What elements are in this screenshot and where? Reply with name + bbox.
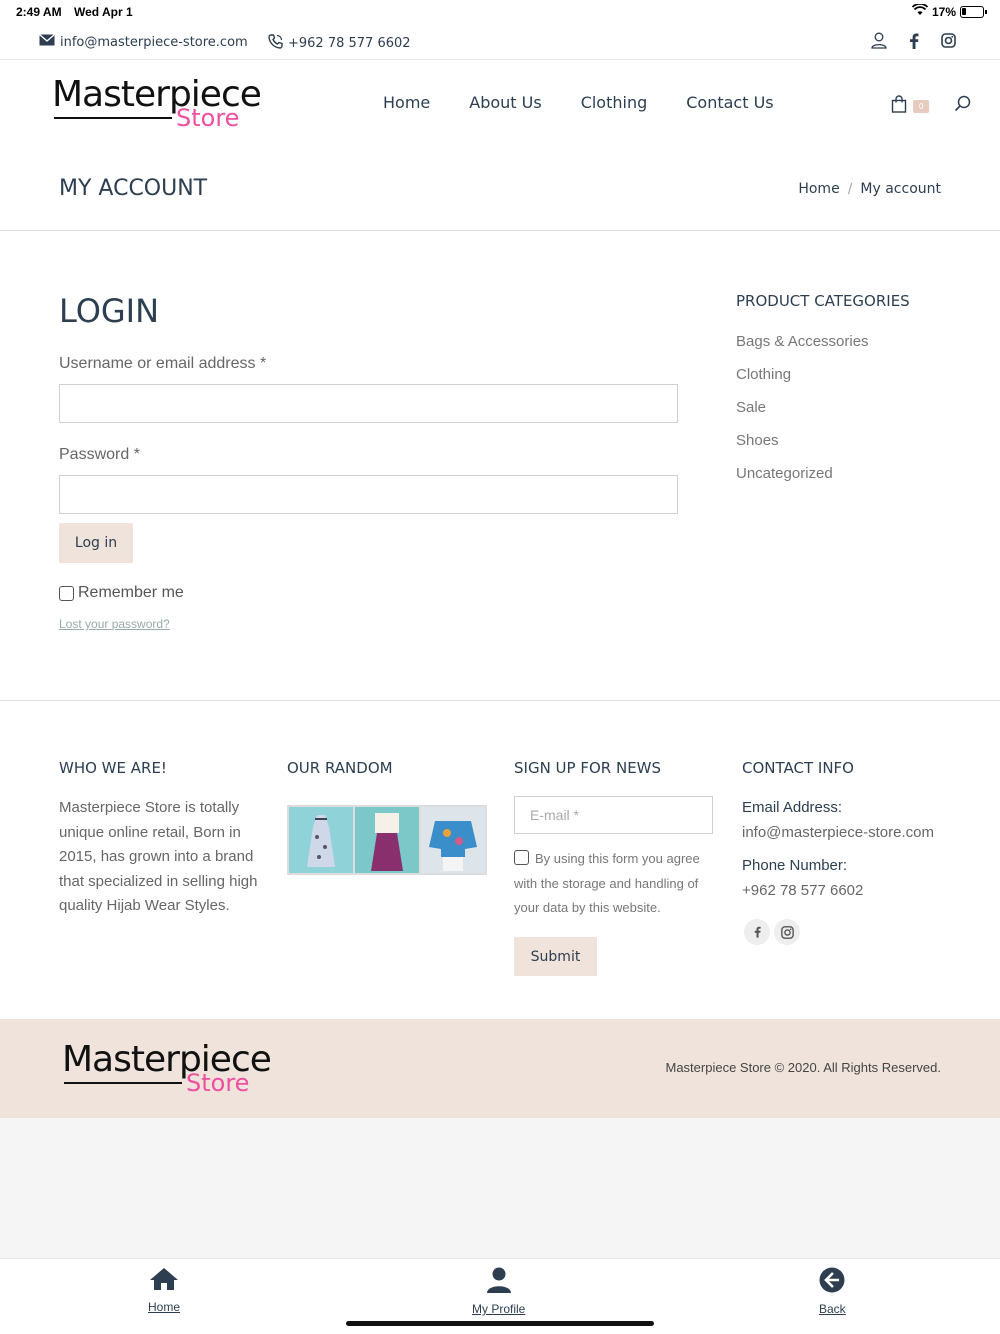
login-heading: LOGIN [59, 292, 160, 330]
top-email[interactable]: info@masterpiece-store.com [39, 34, 248, 50]
newsletter-submit-button[interactable]: Submit [514, 937, 597, 976]
logo-underline [64, 1082, 182, 1084]
footer-logo[interactable]: Masterpiece Store [62, 1039, 272, 1101]
logo-sub: Store [186, 1069, 250, 1097]
consent-text: By using this form you agree with the st… [514, 851, 700, 915]
cart-icon [891, 95, 907, 118]
status-right: 17% [911, 3, 987, 19]
profile-icon [486, 1267, 511, 1296]
cart-button[interactable]: 0 [891, 95, 930, 118]
random-heading: OUR RANDOM [287, 759, 393, 777]
username-label: Username or email address * [59, 355, 267, 372]
battery-icon [960, 5, 987, 18]
newsletter-email-input[interactable]: E-mail * [514, 796, 713, 834]
password-input[interactable] [59, 475, 678, 514]
gallery-image[interactable] [355, 807, 419, 873]
tab-my-profile[interactable]: My Profile [472, 1267, 525, 1316]
top-icons [871, 32, 956, 53]
user-icon[interactable] [871, 32, 887, 53]
instagram-icon[interactable] [774, 919, 800, 945]
gallery-image[interactable] [421, 807, 485, 873]
remember-label: Remember me [78, 584, 184, 601]
consent-checkbox[interactable] [514, 850, 529, 865]
remember-me[interactable]: Remember me [59, 584, 184, 602]
tab-back-label: Back [819, 1302, 846, 1316]
top-contact-bar: info@masterpiece-store.com +962 78 577 6… [0, 24, 1000, 60]
lost-password-link[interactable]: Lost your password? [59, 617, 170, 631]
news-heading: SIGN UP FOR NEWS [514, 759, 662, 777]
contact-email[interactable]: info@masterpiece-store.com [742, 821, 934, 846]
tab-my-profile-label: My Profile [472, 1302, 526, 1316]
status-bar: 2:49 AM Wed Apr 1 17% [0, 0, 1000, 24]
category-item[interactable]: Shoes [736, 432, 779, 449]
category-item[interactable]: Uncategorized [736, 465, 833, 482]
contact-email-label: Email Address: [742, 799, 843, 816]
contact-phone[interactable]: +962 78 577 6602 [742, 879, 934, 904]
top-phone[interactable]: +962 78 577 6602 [268, 34, 411, 53]
home-icon [149, 1267, 179, 1294]
who-heading: WHO WE ARE! [59, 759, 167, 777]
facebook-icon[interactable] [909, 33, 919, 53]
breadcrumb-home[interactable]: Home [798, 181, 839, 197]
wifi-icon [911, 3, 929, 19]
home-indicator [346, 1321, 654, 1326]
logo-sub: Store [176, 104, 240, 132]
password-label: Password * [59, 446, 140, 463]
phone-icon [268, 34, 283, 53]
nav-about-us[interactable]: About Us [469, 93, 541, 112]
contact-heading: CONTACT INFO [742, 759, 854, 777]
footer-widgets: WHO WE ARE! Masterpiece Store is totally… [0, 700, 1000, 1020]
login-button[interactable]: Log in [59, 523, 133, 563]
status-date: Wed Apr 1 [74, 5, 133, 19]
battery-percent: 17% [931, 4, 956, 19]
tab-back[interactable]: Back [819, 1267, 846, 1316]
instagram-icon[interactable] [941, 33, 956, 52]
nav-clothing[interactable]: Clothing [581, 93, 648, 112]
site-header: Masterpiece Store Home About Us Clothing… [0, 60, 1000, 150]
categories-heading: PRODUCT CATEGORIES [736, 292, 910, 310]
footer-bottom-bar: Masterpiece Store Masterpiece Store © 20… [0, 1019, 1000, 1118]
tab-home-label: Home [148, 1300, 181, 1314]
category-item[interactable]: Sale [736, 399, 766, 416]
tab-home[interactable]: Home [148, 1267, 180, 1314]
cart-count-badge: 0 [913, 100, 930, 113]
breadcrumb-current: My account [860, 181, 941, 197]
breadcrumb-separator: / [847, 181, 853, 197]
contact-phone-label: Phone Number: [742, 857, 848, 874]
category-item[interactable]: Clothing [736, 366, 791, 383]
facebook-icon[interactable] [744, 919, 770, 945]
footer-socials [744, 919, 800, 945]
empty-area [0, 1118, 1000, 1258]
back-icon [819, 1267, 845, 1296]
page-title-bar: MY ACCOUNT Home / My account [0, 150, 1000, 231]
logo-underline [54, 117, 172, 119]
nav-contact-us[interactable]: Contact Us [686, 93, 773, 112]
gallery-image[interactable] [289, 807, 353, 873]
top-phone-text: +962 78 577 6602 [288, 36, 411, 51]
newsletter-consent[interactable]: By using this form you agree with the st… [514, 847, 719, 921]
who-text: Masterpiece Store is totally unique onli… [59, 799, 258, 914]
category-item[interactable]: Bags & Accessories [736, 333, 869, 350]
nav-home[interactable]: Home [383, 93, 430, 112]
site-logo[interactable]: Masterpiece Store [52, 74, 262, 136]
status-time: 2:49 AM [16, 5, 62, 19]
search-icon[interactable] [954, 95, 971, 117]
contact-details: Email Address: info@masterpiece-store.co… [742, 796, 934, 903]
copyright-text: Masterpiece Store © 2020. All Rights Res… [665, 1060, 942, 1075]
mail-icon [39, 34, 55, 50]
remember-checkbox[interactable] [59, 585, 74, 601]
breadcrumb: Home / My account [798, 181, 941, 197]
main-nav: Home About Us Clothing Contact Us [383, 93, 774, 112]
random-gallery [287, 805, 487, 875]
page-title: MY ACCOUNT [59, 176, 208, 201]
username-input[interactable] [59, 384, 678, 423]
top-email-text: info@masterpiece-store.com [60, 34, 248, 50]
